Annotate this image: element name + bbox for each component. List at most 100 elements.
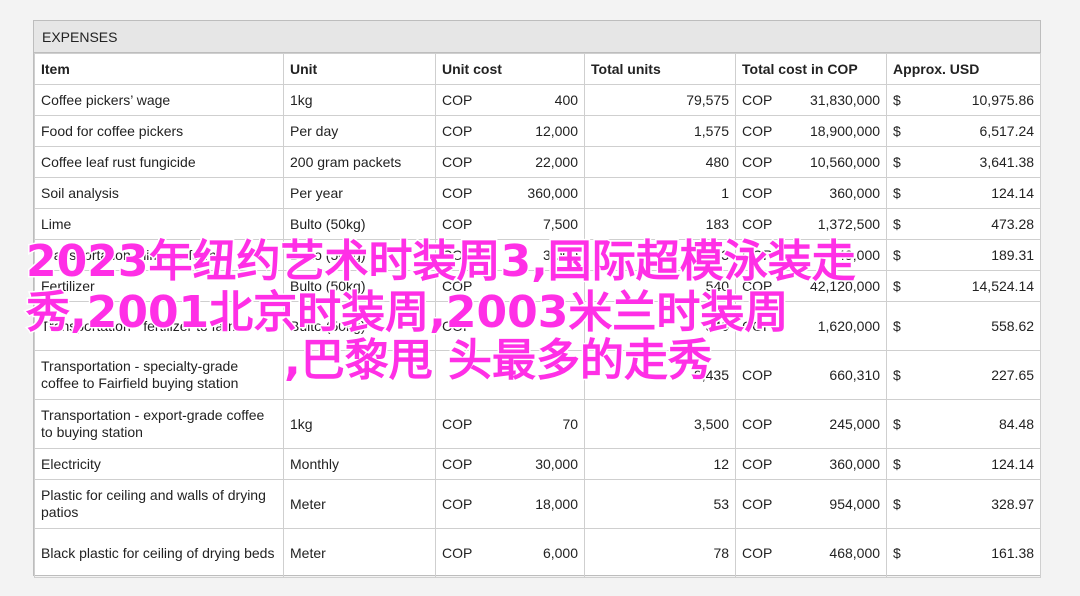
unit-cell: 1kg	[283, 84, 436, 116]
total-cost-currency-cell: COP	[735, 350, 776, 400]
total-cost-currency-cell: COP	[735, 448, 776, 480]
usd-cell: 14,524.14	[906, 270, 1042, 302]
total-cost-currency-cell: COP	[735, 146, 776, 178]
total-units-cell: 540	[584, 270, 737, 302]
section-title: EXPENSES	[34, 21, 1040, 53]
unit-cost-cell	[476, 350, 586, 400]
usd-cell: 3,641.38	[906, 146, 1042, 178]
usd-cell: 124.14	[906, 448, 1042, 480]
total-cost-currency-cell: COP	[735, 208, 776, 240]
total-cost-cell: 954,000	[775, 479, 888, 529]
table-row: Soil analysis Per year COP 360,000 1 COP 360,0…	[34, 177, 1042, 209]
unit-cost-currency-cell: COP	[435, 239, 477, 271]
unit-cost-cell	[476, 270, 586, 302]
total-cost-currency-cell: COP	[735, 399, 776, 449]
unit-cost-currency-cell: COP	[435, 177, 477, 209]
usd-cell: 227.65	[906, 350, 1042, 400]
unit-cell: Monthly	[283, 448, 436, 480]
unit-cost-cell: 70	[476, 399, 586, 449]
usd-symbol-cell: $	[886, 270, 907, 302]
unit-cost-currency-cell: COP	[435, 528, 477, 578]
unit-cost-cell	[476, 301, 586, 351]
total-cost-cell: 360,000	[775, 177, 888, 209]
header-row: Item Unit Unit cost Total units Total co…	[34, 53, 1042, 85]
total-units-cell: 183	[584, 239, 737, 271]
unit-cost-currency-cell: COP	[435, 448, 477, 480]
unit-cell	[283, 350, 436, 400]
unit-cost-currency-cell: COP	[435, 84, 477, 116]
unit-cost-cell: 400	[476, 84, 586, 116]
unit-cell: Per day	[283, 115, 436, 147]
unit-cost-cell: 3,000	[476, 239, 586, 271]
total-units-cell: 540	[584, 301, 737, 351]
usd-cell: 84.48	[906, 399, 1042, 449]
total-cost-cell: 18,900,000	[775, 115, 888, 147]
total-cost-currency-cell: COP	[735, 239, 776, 271]
total-units-cell: 3,500	[584, 399, 737, 449]
table-row: Transportation - fertilizer to farm Bulto…	[34, 301, 1042, 351]
table-body: Coffee pickers’ wage 1kg COP 400 79,575 COP 31…	[34, 84, 1042, 578]
usd-symbol-cell: $	[886, 208, 907, 240]
total-cost-cell: 42,120,000	[775, 270, 888, 302]
usd-symbol-cell: $	[886, 84, 907, 116]
unit-cost-currency-cell: COP	[435, 479, 477, 529]
usd-symbol-cell: $	[886, 479, 907, 529]
table-row: Lime Bulto (50kg) COP 7,500 183 COP 1,372,500 $…	[34, 208, 1042, 240]
total-cost-cell: 1,372,500	[775, 208, 888, 240]
usd-cell: 124.14	[906, 177, 1042, 209]
unit-cost-cell: 18,000	[476, 479, 586, 529]
total-units-cell: 480	[584, 146, 737, 178]
total-cost-cell: 468,000	[775, 528, 888, 578]
total-units-cell: 183	[584, 208, 737, 240]
table-row: Coffee leaf rust fungicide 200 gram packe…	[34, 146, 1042, 178]
table-row: Transportation - lime to farm Bulto (50kg…	[34, 239, 1042, 271]
item-cell: Electricity	[34, 448, 284, 480]
unit-cell: Meter	[283, 528, 436, 578]
usd-symbol-cell: $	[886, 177, 907, 209]
unit-cost-currency-cell: COP	[435, 115, 477, 147]
total-cost-currency-cell: COP	[735, 528, 776, 578]
unit-cell: Meter	[283, 479, 436, 529]
usd-cell: 328.97	[906, 479, 1042, 529]
usd-symbol-cell: $	[886, 301, 907, 351]
table-row: Black plastic for ceiling of drying beds…	[34, 528, 1042, 578]
total-units-cell: 1	[584, 177, 737, 209]
item-cell: Transportation - fertilizer to farm	[34, 301, 284, 351]
usd-cell: 189.31	[906, 239, 1042, 271]
usd-cell: 473.28	[906, 208, 1042, 240]
item-cell: Soil analysis	[34, 177, 284, 209]
total-cost-currency-cell: COP	[735, 84, 776, 116]
usd-cell: 10,975.86	[906, 84, 1042, 116]
unit-cost-cell: 22,000	[476, 146, 586, 178]
total-cost-currency-cell: COP	[735, 270, 776, 302]
total-cost-currency-cell: COP	[735, 115, 776, 147]
table-row: Transportation - specialty-grade coffee …	[34, 350, 1042, 400]
total-units-cell: 78	[584, 528, 737, 578]
unit-cell: Bulto (50kg)	[283, 270, 436, 302]
total-cost-cell: 660,310	[775, 350, 888, 400]
total-cost-cell: 549,000	[775, 239, 888, 271]
total-cost-cell: 31,830,000	[775, 84, 888, 116]
unit-cell: Bulto (50kg)	[283, 208, 436, 240]
table-row: Food for coffee pickers Per day COP 12,000 1…	[34, 115, 1042, 147]
unit-cost-currency-cell: COP	[435, 399, 477, 449]
usd-symbol-cell: $	[886, 528, 907, 578]
unit-cell: 200 gram packets	[283, 146, 436, 178]
unit-cost-currency-cell: COP	[435, 146, 477, 178]
unit-cost-currency-cell	[435, 350, 477, 400]
usd-symbol-cell: $	[886, 115, 907, 147]
usd-symbol-cell: $	[886, 448, 907, 480]
unit-cost-cell: 7,500	[476, 208, 586, 240]
total-cost-cell: 360,000	[775, 448, 888, 480]
usd-symbol-cell: $	[886, 239, 907, 271]
header-unit-cost: Unit cost	[434, 53, 586, 85]
unit-cost-cell: 12,000	[476, 115, 586, 147]
table-row: Coffee pickers’ wage 1kg COP 400 79,575 COP 31…	[34, 84, 1042, 116]
total-cost-cell: 1,620,000	[775, 301, 888, 351]
item-cell: Plastic for ceiling and walls of drying …	[34, 479, 284, 529]
item-cell: Fertilizer	[34, 270, 284, 302]
header-item: Item	[34, 53, 284, 85]
item-cell: Lime	[34, 208, 284, 240]
total-cost-cell: 245,000	[775, 399, 888, 449]
table-row: Electricity Monthly COP 30,000 12 COP 360,000 $…	[34, 448, 1042, 480]
